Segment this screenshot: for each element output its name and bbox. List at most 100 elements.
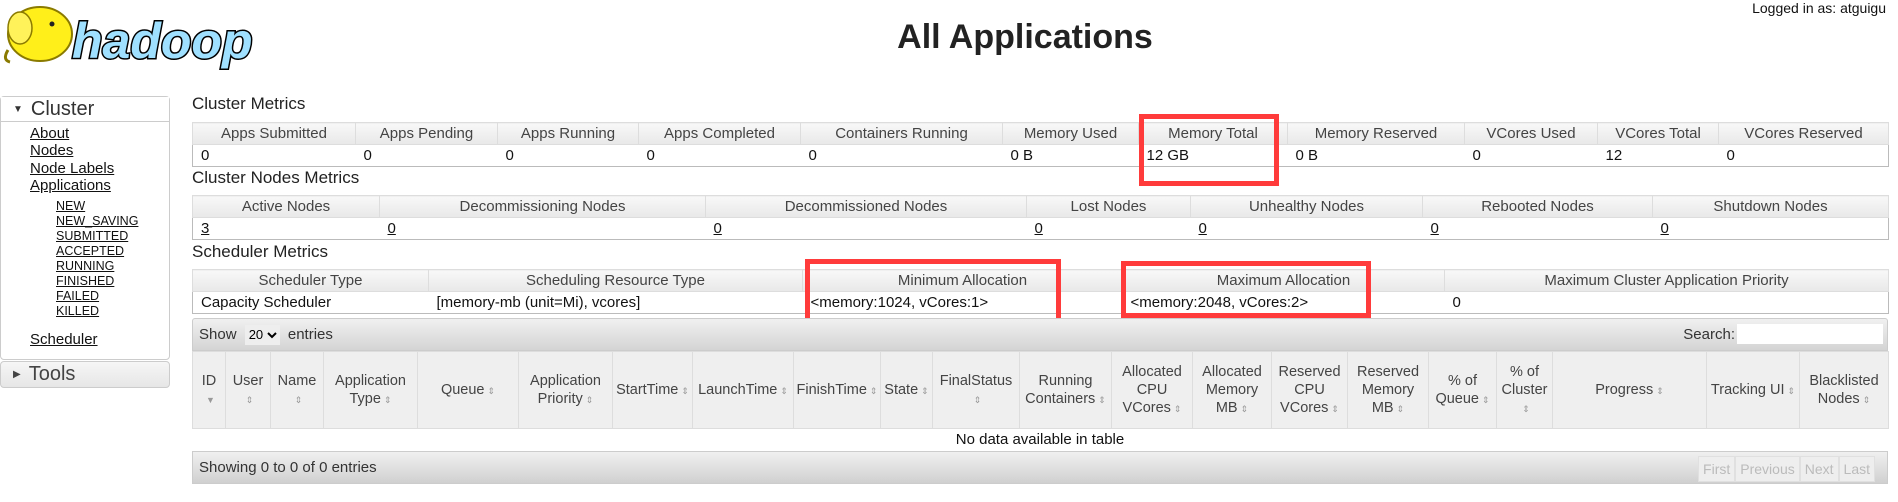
sidebar-item-about[interactable]: About bbox=[30, 125, 69, 142]
entries-label: entries bbox=[287, 326, 333, 343]
pager-next[interactable]: Next bbox=[1799, 456, 1839, 482]
header-decommissioning-nodes: Decommissioning Nodes bbox=[379, 195, 706, 218]
value-apps-running: 0 bbox=[497, 144, 639, 167]
cell-decommissioning-nodes[interactable]: 0 bbox=[379, 217, 706, 240]
sidebar-item-node-labels[interactable]: Node Labels bbox=[30, 160, 114, 177]
sidebar-item-nodes[interactable]: Nodes bbox=[30, 142, 73, 159]
column-id[interactable]: ID ▼ bbox=[192, 351, 226, 429]
column-reserved-cpu-vcores[interactable]: Reserved CPU VCores ⇕ bbox=[1271, 351, 1348, 429]
column-finishtime[interactable]: FinishTime ⇕ bbox=[793, 351, 881, 429]
sidebar: ▼ Cluster About Nodes Node Labels Applica… bbox=[0, 96, 170, 388]
app-state-running[interactable]: RUNNING bbox=[56, 259, 114, 273]
sort-desc-icon[interactable]: ▼ bbox=[206, 391, 215, 409]
cell-unhealthy-nodes[interactable]: 0 bbox=[1190, 217, 1423, 240]
column-state[interactable]: State ⇕ bbox=[880, 351, 933, 429]
sort-icon[interactable]: ⇕ bbox=[870, 382, 878, 400]
cell-rebooted-nodes[interactable]: 0 bbox=[1422, 217, 1653, 240]
app-state-failed[interactable]: FAILED bbox=[56, 289, 99, 303]
caret-down-icon: ▼ bbox=[13, 104, 23, 116]
link-rebooted-nodes[interactable]: 0 bbox=[1431, 220, 1439, 237]
sort-icon[interactable]: ⇕ bbox=[1098, 391, 1106, 409]
column-running-containers[interactable]: Running Containers ⇕ bbox=[1019, 351, 1112, 429]
pager-last[interactable]: Last bbox=[1838, 456, 1875, 482]
value-vcores-used: 0 bbox=[1464, 144, 1598, 167]
sort-icon[interactable]: ⇕ bbox=[384, 391, 392, 409]
column-of-cluster[interactable]: % of Cluster ⇕ bbox=[1496, 351, 1553, 429]
sort-icon[interactable]: ⇕ bbox=[246, 391, 254, 409]
empty-table-message: No data available in table bbox=[955, 431, 1125, 448]
sort-icon[interactable]: ⇕ bbox=[1241, 400, 1249, 418]
cluster-metrics-title: Cluster Metrics bbox=[192, 94, 306, 113]
app-state-new-saving[interactable]: NEW_SAVING bbox=[56, 214, 138, 228]
column-reserved-memory-mb[interactable]: Reserved Memory MB ⇕ bbox=[1347, 351, 1429, 429]
column-label: Queue bbox=[440, 381, 485, 398]
cell-shutdown-nodes[interactable]: 0 bbox=[1652, 217, 1889, 240]
cell-decommissioned-nodes[interactable]: 0 bbox=[705, 217, 1027, 240]
column-progress[interactable]: Progress ⇕ bbox=[1552, 351, 1707, 429]
tools-panel[interactable]: ▶ Tools bbox=[0, 361, 170, 388]
cluster-label: Cluster bbox=[30, 98, 95, 120]
link-unhealthy-nodes[interactable]: 0 bbox=[1199, 220, 1207, 237]
sort-icon[interactable]: ⇕ bbox=[1656, 382, 1664, 400]
app-state-accepted[interactable]: ACCEPTED bbox=[56, 244, 124, 258]
column-starttime[interactable]: StartTime ⇕ bbox=[612, 351, 693, 429]
link-decommissioned-nodes[interactable]: 0 bbox=[714, 220, 722, 237]
sidebar-item-scheduler[interactable]: Scheduler bbox=[30, 331, 98, 348]
app-state-killed[interactable]: KILLED bbox=[56, 304, 99, 318]
sort-icon[interactable]: ⇕ bbox=[1482, 391, 1490, 409]
header-lost-nodes: Lost Nodes bbox=[1026, 195, 1191, 218]
sort-icon[interactable]: ⇕ bbox=[586, 391, 594, 409]
column-allocated-cpu-vcores[interactable]: Allocated CPU VCores ⇕ bbox=[1111, 351, 1193, 429]
column-application-priority[interactable]: Application Priority ⇕ bbox=[518, 351, 613, 429]
header-apps-running: Apps Running bbox=[497, 122, 639, 145]
sort-icon[interactable]: ⇕ bbox=[780, 382, 788, 400]
nodes-metrics-table: Active Nodes Decommissioning Nodes Decommi… bbox=[192, 195, 1889, 240]
header-vcores-total: VCores Total bbox=[1597, 122, 1719, 145]
column-name[interactable]: Name ⇕ bbox=[270, 351, 324, 429]
link-lost-nodes[interactable]: 0 bbox=[1035, 220, 1043, 237]
sort-icon[interactable]: ⇕ bbox=[1522, 400, 1530, 418]
column-application-type[interactable]: Application Type ⇕ bbox=[323, 351, 418, 429]
cluster-panel-header[interactable]: ▼ Cluster bbox=[1, 97, 169, 122]
cell-active-nodes[interactable]: 3 bbox=[192, 217, 380, 240]
header-vcores-reserved: VCores Reserved bbox=[1718, 122, 1889, 145]
column-of-queue[interactable]: % of Queue ⇕ bbox=[1428, 351, 1497, 429]
sidebar-item-applications[interactable]: Applications bbox=[30, 177, 111, 194]
logged-in-user: Logged in as: atguigu bbox=[1752, 0, 1886, 16]
app-state-finished[interactable]: FINISHED bbox=[56, 274, 114, 288]
sort-icon[interactable]: ⇕ bbox=[488, 382, 496, 400]
sort-icon[interactable]: ⇕ bbox=[1788, 382, 1796, 400]
link-shutdown-nodes[interactable]: 0 bbox=[1661, 220, 1669, 237]
app-state-new[interactable]: NEW bbox=[56, 199, 85, 213]
cell-lost-nodes[interactable]: 0 bbox=[1026, 217, 1191, 240]
column-tracking-ui[interactable]: Tracking UI ⇕ bbox=[1706, 351, 1800, 429]
link-decommissioning-nodes[interactable]: 0 bbox=[388, 220, 396, 237]
page-size-select[interactable]: 20 bbox=[244, 324, 280, 345]
column-blacklisted-nodes[interactable]: Blacklisted Nodes ⇕ bbox=[1799, 351, 1889, 429]
column-label: State bbox=[884, 381, 919, 398]
tools-label: Tools bbox=[28, 363, 76, 385]
column-launchtime[interactable]: LaunchTime ⇕ bbox=[692, 351, 794, 429]
sort-icon[interactable]: ⇕ bbox=[1174, 400, 1182, 418]
sort-icon[interactable]: ⇕ bbox=[1331, 400, 1339, 418]
column-user[interactable]: User ⇕ bbox=[225, 351, 271, 429]
app-state-submitted[interactable]: SUBMITTED bbox=[56, 229, 128, 243]
sort-icon[interactable]: ⇕ bbox=[974, 391, 982, 409]
pager-first[interactable]: First bbox=[1698, 456, 1736, 482]
sort-icon[interactable]: ⇕ bbox=[1397, 400, 1405, 418]
column-allocated-memory-mb[interactable]: Allocated Memory MB ⇕ bbox=[1192, 351, 1272, 429]
show-label: Show bbox=[199, 326, 237, 343]
column-queue[interactable]: Queue ⇕ bbox=[417, 351, 519, 429]
column-label: Application Type bbox=[335, 372, 406, 407]
cluster-metrics-table: Apps Submitted Apps Pending Apps Running Ap… bbox=[192, 122, 1889, 167]
sort-icon[interactable]: ⇕ bbox=[1863, 391, 1871, 409]
column-finalstatus[interactable]: FinalStatus ⇕ bbox=[932, 351, 1020, 429]
link-active-nodes[interactable]: 3 bbox=[201, 220, 209, 237]
sort-icon[interactable]: ⇕ bbox=[921, 382, 929, 400]
sort-icon[interactable]: ⇕ bbox=[681, 382, 689, 400]
header-scheduler-type: Scheduler Type bbox=[192, 269, 429, 292]
pager-previous[interactable]: Previous bbox=[1735, 456, 1800, 482]
sort-icon[interactable]: ⇕ bbox=[295, 391, 303, 409]
table-controls: Show 20 entries Search: bbox=[192, 318, 1888, 351]
search-input[interactable] bbox=[1737, 324, 1883, 344]
